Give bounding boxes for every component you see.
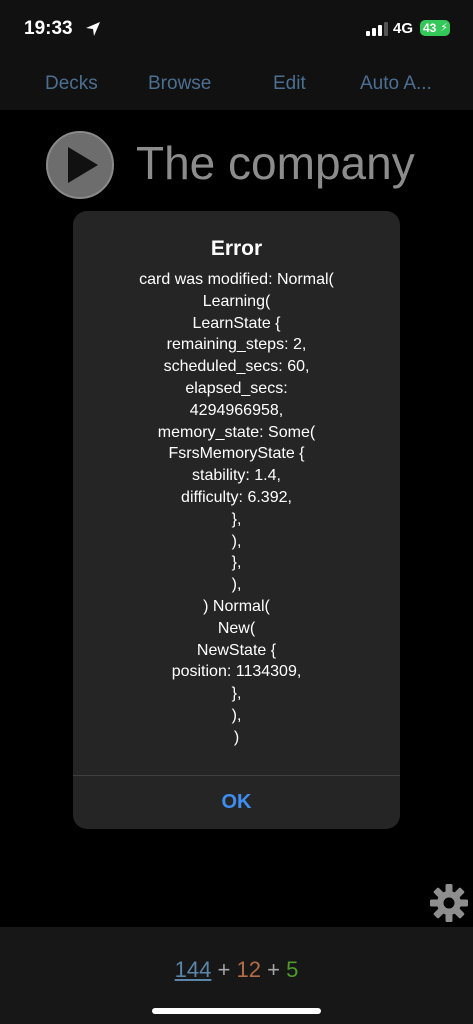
alert-message-line: elapsed_secs: (185, 379, 288, 397)
nav-decks-button[interactable]: Decks (45, 73, 98, 95)
nav-browse-button[interactable]: Browse (148, 73, 211, 95)
nav-edit-button[interactable]: Edit (273, 73, 306, 95)
cellular-signal-icon (366, 22, 388, 36)
alert-message-line: memory_state: Some( (157, 423, 316, 441)
alert-message-line: ), (231, 706, 242, 724)
alert-message-line: }, (231, 510, 242, 528)
battery-bolt-icon: ⚡ (440, 22, 448, 34)
alert-message-line: scheduled_secs: 60, (163, 358, 310, 376)
alert-message-line: stability: 1.4, (192, 467, 281, 485)
alert-message-line: FsrsMemoryState { (168, 445, 305, 463)
alert-title: Error (210, 237, 263, 260)
nav-auto-advance-button[interactable]: Auto A... (360, 73, 432, 95)
deck-title: The company (136, 137, 415, 189)
alert-message-line: LearnState { (192, 314, 281, 332)
alert-message-line: NewState { (196, 641, 277, 659)
alert-message-line: remaining_steps: 2, (166, 336, 307, 354)
review-count: 5 (286, 957, 299, 982)
battery-level: 43 (423, 21, 437, 35)
alert-message-line: ), (231, 532, 242, 550)
screen: 19:33 4G 43 ⚡ Decks Browse Edit Auto A..… (0, 0, 473, 1024)
location-arrow-icon (86, 22, 100, 36)
alert-message-line: New( (217, 619, 256, 637)
play-icon (68, 147, 98, 183)
nav-bar: Decks Browse Edit Auto A... (0, 60, 473, 110)
learn-count: 12 (236, 957, 261, 982)
alert-message-line: ) Normal( (203, 597, 270, 615)
play-button[interactable] (46, 131, 114, 199)
card-counts: 144 + 12 + 5 (0, 957, 473, 983)
new-count[interactable]: 144 (175, 957, 212, 982)
gear-icon[interactable] (429, 883, 469, 923)
alert-message-line: difficulty: 6.392, (181, 488, 292, 506)
alert-message-line: }, (231, 554, 242, 572)
count-separator: + (267, 957, 280, 982)
alert-message-line: }, (231, 685, 242, 703)
alert-message-line: position: 1134309, (171, 663, 302, 681)
home-indicator[interactable] (152, 1008, 321, 1014)
alert-ok-button[interactable]: OK (73, 776, 400, 829)
alert-message-line: ), (231, 576, 242, 594)
network-label: 4G (393, 20, 414, 37)
count-separator: + (217, 957, 231, 982)
alert-message-line: ) (233, 728, 240, 746)
alert-message-line: Learning( (202, 292, 271, 310)
alert-message-line: 4294966958, (189, 401, 284, 419)
status-bar: 19:33 4G 43 ⚡ (0, 0, 473, 60)
error-alert: Error card was modified: Normal( Learnin… (73, 211, 400, 829)
battery-indicator: 43 ⚡ (420, 20, 450, 36)
alert-message-line: card was modified: Normal( (139, 271, 334, 288)
status-time: 19:33 (24, 18, 73, 39)
alert-message: card was modified: Normal( Learning( Lea… (73, 269, 400, 749)
